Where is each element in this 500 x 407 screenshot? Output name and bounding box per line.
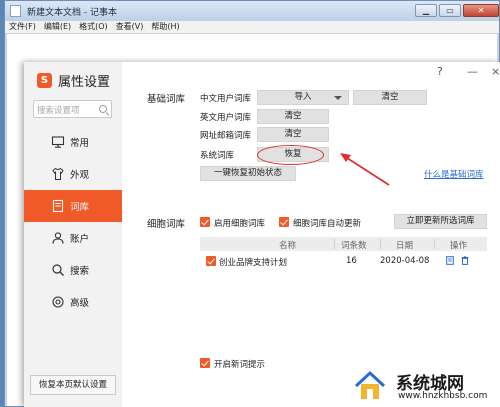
menu-edit[interactable]: 编辑(E) <box>40 21 75 33</box>
row-date: 2020-04-08 <box>380 256 430 266</box>
notepad-minimize-button[interactable]: ▁ <box>415 4 437 17</box>
row-count: 16 <box>346 256 357 266</box>
column-divider <box>334 239 335 249</box>
callout-highlight <box>257 145 324 165</box>
row-name: 创业品牌支持计划 <box>219 258 288 268</box>
enable-cell-dict-checkbox[interactable] <box>200 217 210 227</box>
cn-clear-button[interactable]: 清空 <box>353 90 427 105</box>
update-selected-button[interactable]: 立即更新所选词库 <box>394 214 487 229</box>
monitor-icon <box>51 136 65 148</box>
url-email-dict-label: 网址邮箱词库 <box>200 131 252 141</box>
settings-sidebar: S 属性设置 搜索设置项 常用 外观 词库 账户 搜索 高级 恢复本页默认设置 <box>24 62 122 407</box>
cell-dict-table-header: 名称 词条数 日期 操作 <box>200 237 487 251</box>
nav-label-search: 搜索 <box>70 266 90 277</box>
system-dict-label: 系统词库 <box>200 151 235 161</box>
basic-dict-title: 基础词库 <box>147 94 186 105</box>
menu-file[interactable]: 文件(F) <box>5 21 40 33</box>
dialog-header: S 属性设置 <box>37 71 111 90</box>
help-button[interactable]: ? <box>437 65 443 78</box>
edit-icon[interactable] <box>446 256 454 265</box>
notepad-titlebar: 新建文本文档 - 记事本 ▁ ▭ ✕ <box>5 1 499 21</box>
auto-update-checkbox[interactable] <box>279 217 289 227</box>
search-placeholder: 搜索设置项 <box>37 106 80 116</box>
book-icon <box>52 199 64 213</box>
notepad-maximize-button[interactable]: ▭ <box>439 4 461 17</box>
search-icon <box>52 264 64 276</box>
nav-label-common: 常用 <box>70 138 90 149</box>
search-icon[interactable] <box>99 105 107 113</box>
close-button[interactable]: × <box>491 65 500 78</box>
en-user-dict-label: 英文用户词库 <box>200 113 252 123</box>
watermark-url: www.hnzkhbsb.com <box>398 391 488 401</box>
col-name: 名称 <box>279 241 297 251</box>
notepad-menubar: 文件(F) 编辑(E) 格式(O) 查看(V) 帮助(H) <box>5 21 499 33</box>
shirt-icon <box>52 167 64 180</box>
nav-label-appearance: 外观 <box>70 170 90 181</box>
user-icon <box>52 232 64 244</box>
chevron-down-icon <box>334 96 342 100</box>
trash-icon[interactable] <box>461 256 469 265</box>
auto-update-label: 细胞词库自动更新 <box>293 219 362 229</box>
cn-import-label: 导入 <box>294 92 312 102</box>
nav-label-account: 账户 <box>70 234 90 245</box>
column-divider <box>380 239 381 249</box>
nav-item-search[interactable]: 搜索 <box>24 254 122 286</box>
gear-icon <box>52 296 64 308</box>
enable-cell-dict-label: 启用细胞词库 <box>214 219 266 229</box>
en-clear-button[interactable]: 清空 <box>257 109 329 124</box>
cn-import-dropdown[interactable]: 导入 <box>257 90 349 105</box>
new-word-tip-label: 开启新词提示 <box>214 360 266 370</box>
notepad-title: 新建文本文档 - 记事本 <box>27 8 117 18</box>
cn-user-dict-label: 中文用户词库 <box>200 94 252 104</box>
sogou-logo-icon: S <box>37 72 52 88</box>
col-date: 日期 <box>396 241 414 251</box>
col-action: 操作 <box>450 241 468 251</box>
cell-dict-title: 细胞词库 <box>147 219 186 230</box>
settings-search-input[interactable]: 搜索设置项 <box>33 100 112 118</box>
notepad-close-button[interactable]: ✕ <box>463 4 499 17</box>
url-clear-button[interactable]: 清空 <box>257 127 329 142</box>
dialog-title: 属性设置 <box>58 74 111 90</box>
col-count: 词条数 <box>341 241 367 251</box>
new-word-tip-checkbox[interactable] <box>200 358 210 368</box>
nav-item-common[interactable]: 常用 <box>24 126 122 158</box>
what-is-basic-dict-link[interactable]: 什么是基础词库 <box>424 168 484 180</box>
column-divider <box>434 239 435 249</box>
restore-all-button[interactable]: 一键恢复初始状态 <box>200 166 296 181</box>
nav-item-advanced[interactable]: 高级 <box>24 286 122 318</box>
settings-dialog: S 属性设置 搜索设置项 常用 外观 词库 账户 搜索 高级 恢复本页默认设置 … <box>24 62 500 407</box>
row-checkbox[interactable] <box>206 256 216 266</box>
nav-label-advanced: 高级 <box>70 298 90 309</box>
notepad-icon <box>10 5 21 17</box>
nav-item-appearance[interactable]: 外观 <box>24 158 122 190</box>
menu-help[interactable]: 帮助(H) <box>147 21 183 33</box>
nav-label-dictionary: 词库 <box>70 202 90 213</box>
reset-page-defaults-button[interactable]: 恢复本页默认设置 <box>30 375 116 395</box>
nav-item-account[interactable]: 账户 <box>24 222 122 254</box>
menu-format[interactable]: 格式(O) <box>75 21 112 33</box>
menu-view[interactable]: 查看(V) <box>112 21 148 33</box>
minimize-button[interactable]: — <box>467 65 478 78</box>
cell-dict-table: 创业品牌支持计划 16 2020-04-08 <box>200 251 487 355</box>
nav-item-dictionary[interactable]: 词库 <box>24 190 122 222</box>
